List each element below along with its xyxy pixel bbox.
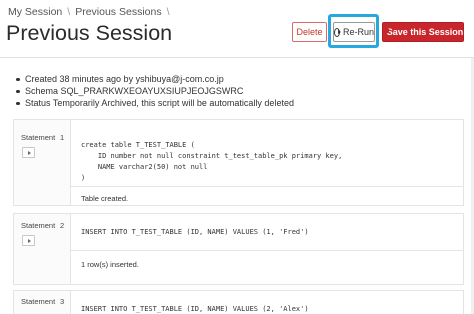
header-divider — [0, 57, 474, 58]
rerun-button-label: Re-Run — [342, 27, 374, 37]
breadcrumb-separator: \ — [166, 6, 170, 18]
statement-result: Table created. — [81, 194, 129, 203]
save-session-button-label: Save this Session — [386, 27, 464, 37]
session-info-list: Created 38 minutes ago by yshibuya@j-com… — [16, 73, 294, 109]
statement-number: 2 — [60, 221, 65, 230]
statement-number: 1 — [60, 133, 65, 142]
statement-label: Statement — [21, 221, 56, 230]
statement-gutter: Statement 2 — [14, 214, 71, 284]
play-circle-icon — [334, 27, 341, 37]
save-session-button[interactable]: Save this Session — [382, 22, 464, 42]
code-line: create table T_TEST_TABLE ( — [81, 141, 195, 149]
statement-code: create table T_TEST_TABLE ( ID number no… — [81, 140, 342, 184]
code-line: INSERT INTO T_TEST_TABLE (ID, NAME) VALU… — [81, 228, 309, 236]
code-line: ID number not null constraint t_test_tab… — [81, 152, 343, 160]
breadcrumb-item-my-session[interactable]: My Session — [8, 6, 62, 18]
statement-result: 1 row(s) inserted. — [81, 260, 139, 269]
info-status: Status Temporarily Archived, this script… — [16, 97, 294, 109]
rerun-button[interactable]: Re-Run — [333, 22, 375, 42]
breadcrumb: My Session \ Previous Sessions \ — [8, 6, 175, 18]
run-statement-button[interactable] — [22, 147, 35, 158]
statement-code: INSERT INTO T_TEST_TABLE (ID, NAME) VALU… — [81, 227, 309, 238]
statement-label: Statement — [21, 133, 56, 142]
code-line: NAME varchar2(50) not null — [81, 163, 208, 171]
breadcrumb-separator: \ — [67, 6, 71, 18]
statement-block: Statement 2 INSERT INTO T_TEST_TABLE (ID… — [13, 213, 464, 285]
code-line: INSERT INTO T_TEST_TABLE (ID, NAME) VALU… — [81, 305, 309, 313]
statement-gutter: Statement 3 — [14, 291, 71, 314]
info-created: Created 38 minutes ago by yshibuya@j-com… — [16, 73, 294, 85]
result-divider — [71, 250, 463, 251]
run-statement-button[interactable] — [22, 235, 35, 246]
page-title: Previous Session — [6, 21, 173, 45]
statement-gutter: Statement 1 — [14, 120, 71, 205]
statement-label: Statement — [21, 297, 56, 306]
statement-block: Statement 3 INSERT INTO T_TEST_TABLE (ID… — [13, 290, 464, 314]
statement-number: 3 — [60, 297, 65, 306]
info-schema: Schema SQL_PRARKWXEOAYUXSIUPJEOJGSWRC — [16, 85, 294, 97]
statement-block: Statement 1 create table T_TEST_TABLE ( … — [13, 119, 464, 206]
delete-button[interactable]: Delete — [292, 22, 327, 42]
breadcrumb-item-previous-sessions[interactable]: Previous Sessions — [75, 6, 161, 18]
delete-button-label: Delete — [296, 27, 323, 37]
statement-code: INSERT INTO T_TEST_TABLE (ID, NAME) VALU… — [81, 304, 309, 314]
result-divider — [71, 186, 463, 187]
code-line: ) — [81, 174, 86, 182]
